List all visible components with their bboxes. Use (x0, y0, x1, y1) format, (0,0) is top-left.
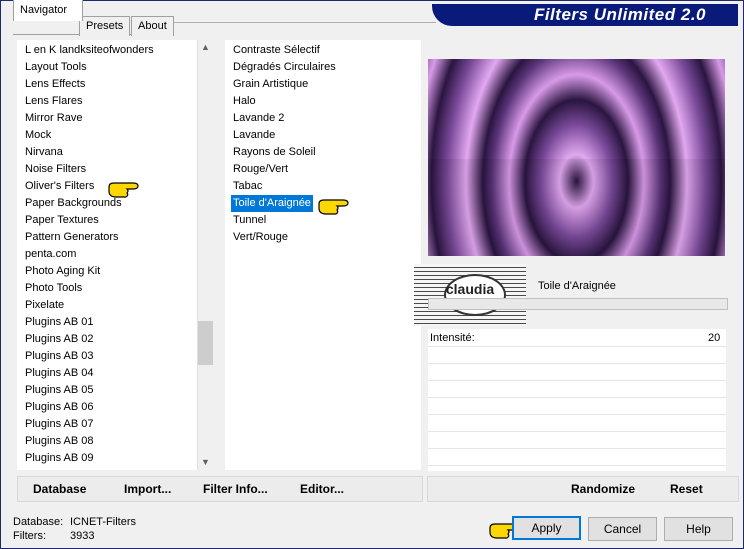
filter-item[interactable]: Lavande 2 (233, 110, 284, 127)
reset-button[interactable]: Reset (670, 477, 703, 501)
randomize-button[interactable]: Randomize (571, 477, 635, 501)
category-scroll-thumb[interactable] (198, 321, 213, 365)
category-item[interactable]: Plugins AB 03 (25, 348, 94, 365)
param-label-intensite: Intensité: (430, 332, 475, 344)
category-item[interactable]: Plugins AB 02 (25, 331, 94, 348)
import-button[interactable]: Import... (124, 477, 171, 501)
category-item[interactable]: Plugins AB 05 (25, 382, 94, 399)
category-item[interactable]: Oliver's Filters (25, 178, 94, 195)
pointing-hand-icon (108, 182, 139, 198)
category-item[interactable]: Plugins AB 04 (25, 365, 94, 382)
filter-preview-image (428, 59, 725, 256)
category-item[interactable]: Lens Effects (25, 76, 85, 93)
category-item[interactable]: Plugins AB 01 (25, 314, 94, 331)
help-button[interactable]: Help (664, 517, 733, 541)
filter-item[interactable]: Dégradés Circulaires (233, 59, 336, 76)
cancel-button[interactable]: Cancel (588, 517, 657, 541)
category-item[interactable]: Plugins AB 06 (25, 399, 94, 416)
category-item[interactable]: Mock (25, 127, 51, 144)
category-item[interactable]: Plugins AB 08 (25, 433, 94, 450)
pointing-hand-icon (318, 199, 349, 215)
filter-item[interactable]: Lavande (233, 127, 275, 144)
category-item[interactable]: Nirvana (25, 144, 63, 161)
filter-item[interactable]: Contraste Sélectif (233, 42, 320, 59)
category-item[interactable]: Layout Tools (25, 59, 87, 76)
parameter-panel (428, 329, 726, 471)
right-button-bar: Randomize Reset (427, 476, 739, 502)
database-button[interactable]: Database (33, 477, 86, 501)
filter-item[interactable]: Halo (233, 93, 256, 110)
category-item[interactable]: Photo Aging Kit (25, 263, 100, 280)
category-item[interactable]: Noise Filters (25, 161, 86, 178)
category-item[interactable]: Pixelate (25, 297, 64, 314)
database-label: Database: (13, 516, 64, 528)
category-item[interactable]: Lens Flares (25, 93, 82, 110)
category-scrollbar[interactable]: ▲ ▼ (197, 40, 215, 470)
left-button-bar: Database Import... Filter Info... Editor… (17, 476, 423, 502)
category-item[interactable]: Pattern Generators (25, 229, 119, 246)
filter-title: Toile d'Araignée (538, 280, 616, 292)
category-item[interactable]: Plugins AB 09 (25, 450, 94, 467)
filter-item[interactable]: Vert/Rouge (233, 229, 288, 246)
window-title: Filters Unlimited 2.0 (533, 5, 706, 24)
category-item[interactable]: Mirror Rave (25, 110, 82, 127)
filters-count-label: Filters: (13, 530, 46, 542)
tab-about[interactable]: About (131, 16, 174, 36)
title-bar (428, 298, 728, 310)
filter-item[interactable]: Rayons de Soleil (233, 144, 316, 161)
logo-text: claudia (445, 281, 495, 297)
category-list[interactable]: L en K landksiteofwonders Layout Tools Len… (17, 40, 214, 470)
category-item[interactable]: Photo Tools (25, 280, 82, 297)
filter-list[interactable]: Contraste Sélectif Dégradés Circulaires Gr… (225, 40, 421, 470)
category-item[interactable]: Plugins AB 07 (25, 416, 94, 433)
scroll-down-icon[interactable]: ▼ (198, 455, 213, 470)
author-logo: claudia (414, 264, 526, 326)
category-item[interactable]: Paper Textures (25, 212, 99, 229)
tab-presets[interactable]: Presets (79, 16, 130, 36)
tab-navigator[interactable]: Navigator (13, 0, 83, 21)
category-item[interactable]: L en K landksiteofwonders (25, 42, 154, 59)
apply-button[interactable]: Apply (512, 516, 581, 540)
editor-button[interactable]: Editor... (300, 477, 344, 501)
database-value: ICNET-Filters (70, 516, 136, 528)
filter-item[interactable]: Tunnel (233, 212, 266, 229)
filter-item[interactable]: Toile d'Araignée (231, 195, 313, 212)
filter-item[interactable]: Rouge/Vert (233, 161, 288, 178)
filter-item[interactable]: Tabac (233, 178, 262, 195)
category-item[interactable]: penta.com (25, 246, 76, 263)
filter-item[interactable]: Grain Artistique (233, 76, 308, 93)
filter-info-button[interactable]: Filter Info... (203, 477, 268, 501)
title-separator (172, 22, 436, 23)
scroll-up-icon[interactable]: ▲ (198, 40, 213, 55)
filters-count-value: 3933 (70, 530, 95, 542)
param-value-intensite[interactable]: 20 (708, 332, 720, 344)
